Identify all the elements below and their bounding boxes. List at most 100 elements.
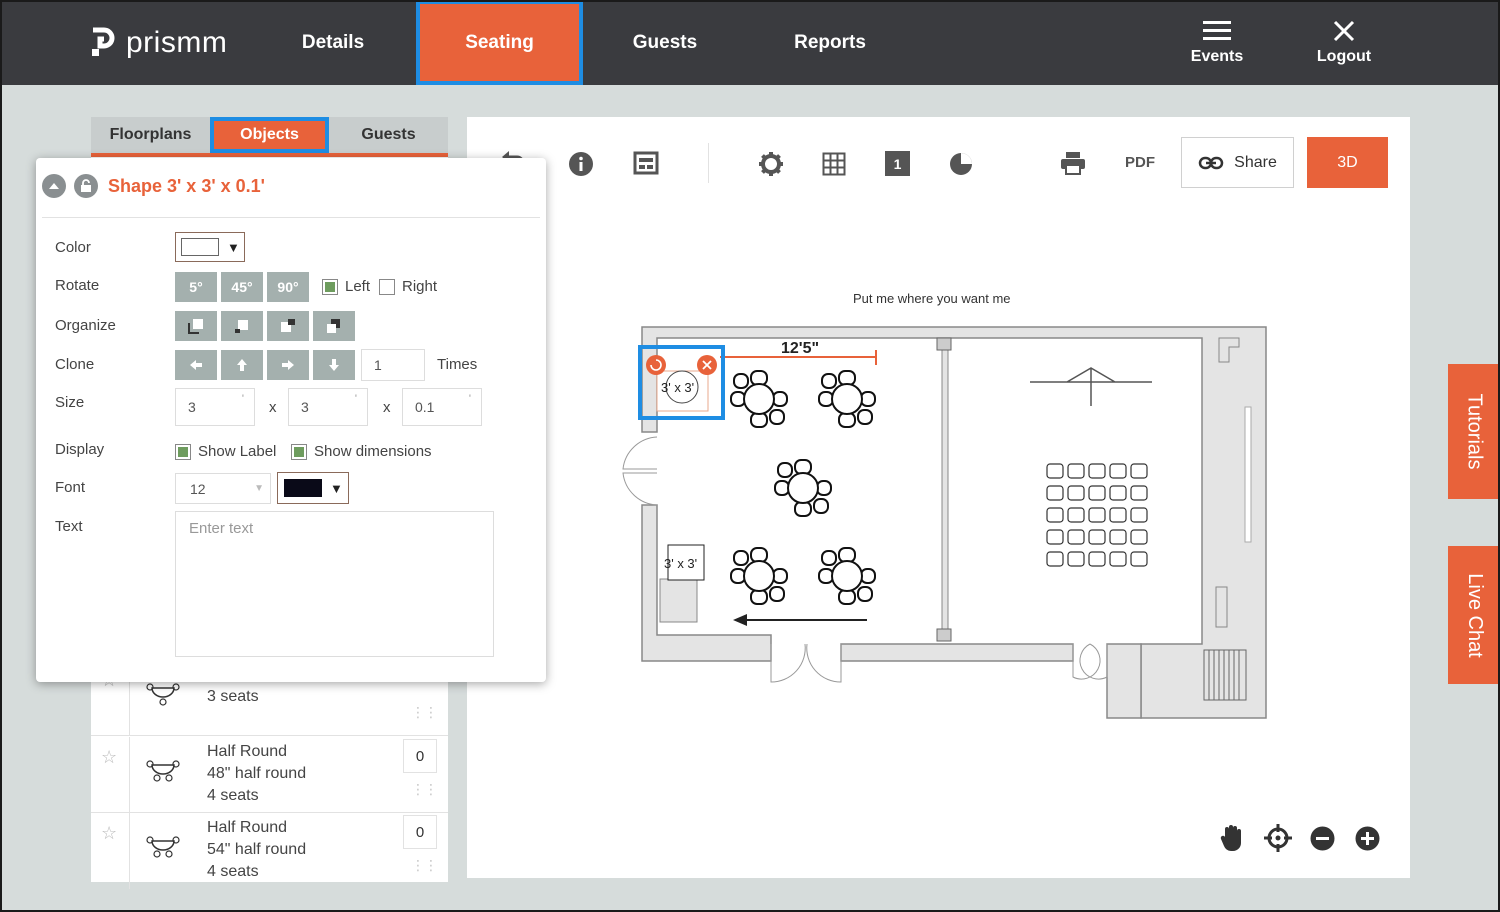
pan-hand-icon[interactable] <box>1219 823 1245 853</box>
font-size-select[interactable]: 12 ▼ <box>175 473 271 504</box>
door-bottom <box>1072 643 1108 680</box>
nav-tab-guests[interactable]: Guests <box>590 0 740 85</box>
bring-forward-button[interactable] <box>221 311 263 341</box>
arrow-head <box>733 614 747 626</box>
object-size: 48" half round <box>207 765 307 782</box>
times-symbol: x <box>383 399 391 416</box>
object-seats: 4 seats <box>207 863 259 880</box>
clone-count-input[interactable]: 1 <box>361 349 425 381</box>
star-icon[interactable]: ☆ <box>101 823 117 844</box>
dropdown-arrow-icon: ▼ <box>330 480 343 496</box>
window <box>1244 406 1252 543</box>
zoom-in-icon[interactable] <box>1355 826 1380 851</box>
times-symbol: x <box>269 399 277 416</box>
rotate-90-button[interactable]: 90° <box>267 272 309 302</box>
lock-icon <box>81 179 91 192</box>
font-color-picker[interactable]: ▼ <box>277 472 349 504</box>
selected-shape-label: 3' x 3' <box>661 380 694 395</box>
door-bottom <box>770 643 842 683</box>
drag-handle-icon[interactable]: ⋮⋮ <box>411 857 438 874</box>
color-picker[interactable]: ▼ <box>175 232 245 262</box>
show-label-checkbox[interactable]: Show Label <box>175 443 276 460</box>
bring-to-front-button[interactable] <box>175 311 217 341</box>
rotate-right-label: Right <box>402 278 438 295</box>
size-height-input[interactable]: 3 ' <box>288 388 368 426</box>
brand-logo[interactable]: prismm <box>90 26 227 60</box>
tutorials-label: Tutorials <box>1463 393 1486 470</box>
floorplan-drawing: 12'5" 3' x 3' 3' x 3' <box>622 326 1267 719</box>
show-label-text: Show Label <box>198 443 277 460</box>
panel-title: Shape 3' x 3' x 0.1' <box>108 175 265 196</box>
round-table <box>774 459 832 517</box>
color-label: Color <box>55 239 91 256</box>
tab-floorplans[interactable]: Floorplans <box>91 117 210 153</box>
object-name: Half Round <box>207 819 288 836</box>
close-icon <box>1333 20 1355 42</box>
object-seats: 3 seats <box>207 688 259 705</box>
partition-post <box>936 628 952 642</box>
dropdown-arrow-icon: ▼ <box>227 239 240 255</box>
zoom-out-icon[interactable] <box>1310 826 1335 851</box>
list-item[interactable]: ☆ Half Round 48" half round 4 seats 0 ⋮⋮ <box>91 737 448 813</box>
object-seats: 4 seats <box>207 787 259 804</box>
round-table <box>818 370 876 428</box>
font-size-value: 12 <box>190 480 206 497</box>
send-backward-icon <box>281 319 295 332</box>
round-table <box>730 547 788 605</box>
partition-post <box>936 337 952 351</box>
nav-tab-reports[interactable]: Reports <box>755 0 905 85</box>
dimension-label: 12'5" <box>781 340 819 357</box>
send-to-back-button[interactable] <box>313 311 355 341</box>
star-icon[interactable]: ☆ <box>101 747 117 768</box>
events-menu-button[interactable]: Events <box>1172 14 1262 66</box>
list-item[interactable]: ☆ Half Round 54" half round 4 seats 0 ⋮⋮ <box>91 813 448 889</box>
text-label: Text <box>55 518 83 535</box>
show-dimensions-checkbox[interactable]: Show dimensions <box>291 443 432 460</box>
color-swatch <box>181 238 219 256</box>
object-count: 0 <box>403 815 437 849</box>
feet-mark: ' <box>354 393 357 405</box>
chair-grid <box>1046 463 1148 567</box>
clone-left-button[interactable] <box>175 350 217 380</box>
tutorials-tab[interactable]: Tutorials <box>1448 364 1500 499</box>
show-dimensions-text: Show dimensions <box>314 443 432 460</box>
checkbox-box <box>379 278 395 295</box>
drag-handle-icon[interactable]: ⋮⋮ <box>411 781 438 798</box>
divider <box>42 217 540 218</box>
send-backward-button[interactable] <box>267 311 309 341</box>
rotate-right-checkbox[interactable]: Right <box>379 278 437 295</box>
size-width-input[interactable]: 3 ' <box>175 388 255 426</box>
rotate-left-checkbox[interactable]: Left <box>322 278 370 295</box>
rotate-5-button[interactable]: 5° <box>175 272 217 302</box>
nav-tab-details[interactable]: Details <box>258 0 408 85</box>
clone-label: Clone <box>55 356 95 373</box>
logout-button[interactable]: Logout <box>1299 14 1389 66</box>
feet-mark: ' <box>241 393 244 405</box>
checkbox-box <box>175 443 191 460</box>
door-left <box>622 436 658 506</box>
logout-label: Logout <box>1316 48 1372 65</box>
tab-guests[interactable]: Guests <box>329 117 448 153</box>
live-chat-tab[interactable]: Live Chat <box>1448 546 1500 684</box>
collapse-button[interactable] <box>42 174 66 198</box>
pillar <box>1215 586 1228 628</box>
recenter-target-icon[interactable] <box>1264 824 1292 852</box>
hamburger-icon <box>1203 21 1231 40</box>
floorplan-canvas[interactable]: 1 PDF Share 3D Put me where you want me <box>467 117 1410 878</box>
checkbox-box <box>291 443 307 460</box>
checkbox-box <box>322 278 338 295</box>
size-width-value: 3 <box>188 399 196 415</box>
nav-tab-seating[interactable]: Seating <box>416 0 583 85</box>
lock-button[interactable] <box>74 174 98 198</box>
shape-text-input[interactable]: Enter text <box>175 511 494 657</box>
tab-objects[interactable]: Objects <box>210 117 329 153</box>
size-depth-input[interactable]: 0.1 ' <box>402 388 482 426</box>
object-count: 0 <box>403 739 437 773</box>
drag-handle-icon[interactable]: ⋮⋮ <box>411 704 438 721</box>
clone-up-button[interactable] <box>221 350 263 380</box>
brand-name: prismm <box>126 26 228 59</box>
clone-down-button[interactable] <box>313 350 355 380</box>
clone-right-button[interactable] <box>267 350 309 380</box>
rotate-45-button[interactable]: 45° <box>221 272 263 302</box>
shape-label: 3' x 3' <box>664 556 697 571</box>
